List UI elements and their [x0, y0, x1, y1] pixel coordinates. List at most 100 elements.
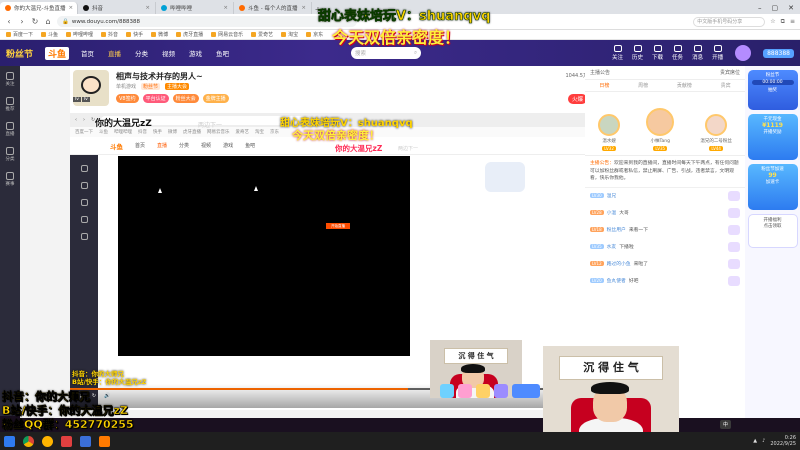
rank-tab-0[interactable]: 日榜 [599, 82, 609, 89]
browser-search-input[interactable]: 中文版手机号码分享 [693, 16, 766, 27]
rank-user-1[interactable]: 小柚Tang LV35 [646, 108, 675, 151]
chat-username[interactable]: 水友 [607, 243, 617, 250]
fan-festival-logo[interactable]: 粉丝节 [6, 47, 33, 60]
room-badge[interactable]: 金牌主播 [202, 94, 229, 103]
rank-tab-1[interactable]: 周榜 [638, 82, 648, 89]
forward-icon: › [83, 117, 85, 123]
header-action-5[interactable]: 开播 [712, 45, 723, 61]
room-badge[interactable]: V8签约 [116, 94, 139, 103]
rail-item-3[interactable]: 分类 [6, 147, 15, 162]
rail-item-2[interactable]: 直播 [6, 122, 15, 137]
close-window-icon[interactable]: ✕ [788, 4, 794, 12]
browser-tab-0[interactable]: 你的大温兄-斗鱼直播 × [0, 2, 78, 14]
sticker-icon[interactable] [440, 384, 454, 398]
promo-card-1[interactable]: 千元现金 ¥1119 开播奖励 [747, 114, 798, 160]
bookmark-item[interactable]: 哔哩哔哩 [66, 31, 93, 38]
minimize-icon[interactable]: – [758, 4, 762, 12]
nav-item-2[interactable]: 分类 [135, 48, 148, 58]
forward-icon[interactable]: › [18, 17, 26, 26]
start-live-button[interactable]: 开始直播 [326, 223, 350, 229]
rail-item-4[interactable]: 赛事 [6, 172, 15, 187]
chat-username[interactable]: 小温 [607, 209, 617, 216]
home-icon[interactable]: ⌂ [44, 17, 52, 26]
header-action-0[interactable]: 关注 [612, 45, 623, 61]
star-icon[interactable]: ☆ [770, 18, 775, 25]
chat-username[interactable]: 温兄 [607, 192, 617, 199]
site-search-input[interactable]: 搜索 ⌕ [351, 47, 422, 59]
sticker-icon[interactable] [512, 384, 540, 398]
url-input[interactable]: 🔒 www.douyu.com/888388 [57, 16, 357, 27]
room-meta-tag[interactable]: 主播大会 [165, 83, 190, 90]
bookmark-item[interactable]: 淘宝 [281, 31, 298, 38]
sticker-icon[interactable] [494, 384, 508, 398]
room-badge[interactable]: 平台认证 [142, 94, 169, 103]
rank-tab-3[interactable]: 贵宾 [721, 82, 731, 89]
maximize-icon[interactable]: ▢ [772, 4, 779, 12]
user-avatar[interactable] [735, 45, 752, 61]
header-action-3[interactable]: 任务 [672, 45, 683, 61]
promo-card-0[interactable]: 粉丝节 00:00:00 抽奖 [747, 70, 798, 110]
bookmark-item[interactable]: 微博 [151, 31, 168, 38]
room-badge[interactable]: 粉丝大会 [172, 94, 199, 103]
rank-user-0[interactable]: 温水嫂 LV32 [598, 114, 621, 151]
bookmark-item[interactable]: 爱奇艺 [251, 31, 273, 38]
promo-card-3[interactable]: 开播福利 点击领取 [747, 214, 798, 248]
close-tab-icon[interactable]: × [145, 5, 150, 11]
promo-card-2[interactable]: 粉丝节加速 99 加速卡 [747, 164, 798, 210]
app-taskbar-icon[interactable] [42, 435, 53, 447]
room-hot-tag[interactable]: 粉丝节 [141, 83, 161, 90]
rank-user-2[interactable]: 温兄的二号粉丝 LV44 [700, 114, 732, 151]
nav-item-1[interactable]: 直播 [108, 48, 121, 58]
bookmark-item[interactable]: 百度一下 [6, 31, 33, 38]
browser-tab-3[interactable]: 斗鱼 - 每个人的直播 × [234, 2, 312, 14]
back-icon[interactable]: ‹ [5, 17, 13, 26]
bookmark-item[interactable]: 抖音 [101, 31, 118, 38]
app-taskbar-icon[interactable] [80, 435, 91, 447]
reload-icon[interactable]: ↻ [31, 17, 39, 26]
header-action-2[interactable]: 下载 [652, 45, 663, 61]
browser-tab-2[interactable]: 哔哩哔哩 × [156, 2, 234, 14]
chrome-taskbar-icon[interactable] [23, 435, 34, 447]
rank-avatar[interactable] [598, 114, 621, 136]
room-category-link[interactable]: 单机游戏 [116, 83, 136, 90]
close-tab-icon[interactable]: × [69, 5, 74, 11]
chat-username[interactable]: 粉丝用户 [607, 226, 626, 233]
bookmark-item[interactable]: 京东 [306, 31, 323, 38]
shared-video-area[interactable]: 开始直播 [118, 156, 410, 356]
rank-avatar[interactable] [705, 114, 728, 136]
volume-tray-icon[interactable]: ♪ [762, 438, 765, 444]
app-taskbar-icon[interactable] [99, 435, 110, 447]
bookmark-item[interactable]: 虎牙直播 [176, 31, 203, 38]
announcement-tab[interactable]: 主播公告 [590, 69, 610, 76]
header-action-1[interactable]: 历史 [632, 45, 643, 61]
bookmark-item[interactable]: 网易云音乐 [211, 31, 243, 38]
chat-username[interactable]: 鱼丸使者 [607, 277, 626, 284]
start-icon[interactable] [4, 435, 15, 447]
nav-item-5[interactable]: 鱼吧 [216, 48, 229, 58]
sticker-icon[interactable] [476, 384, 490, 398]
nav-item-4[interactable]: 游戏 [189, 48, 202, 58]
nav-item-3[interactable]: 视频 [162, 48, 175, 58]
vip-seats-tab[interactable]: 贵宾席位 [720, 69, 740, 76]
nav-item-0[interactable]: 首页 [81, 48, 94, 58]
rank-avatar[interactable] [646, 108, 675, 136]
ime-indicator[interactable]: 中 [720, 420, 732, 429]
browser-tab-1[interactable]: 抖音 × [78, 2, 156, 14]
header-action-4[interactable]: 消息 [692, 45, 703, 61]
rail-item-1[interactable]: 推荐 [6, 97, 15, 112]
bookmark-item[interactable]: 快手 [126, 31, 143, 38]
clock[interactable]: 0:26 2022/9/25 [770, 435, 796, 447]
menu-icon[interactable]: ≡ [790, 18, 795, 25]
rail-item-0[interactable]: 关注 [6, 72, 15, 87]
close-tab-icon[interactable]: × [301, 5, 306, 11]
rank-tab-2[interactable]: 贡献榜 [677, 82, 692, 89]
bookmark-item[interactable]: 斗鱼 [41, 31, 58, 38]
sticker-icon[interactable] [458, 384, 472, 398]
extension-icon[interactable]: ⧉ [781, 18, 785, 26]
app-taskbar-icon[interactable] [61, 435, 72, 447]
douyu-logo[interactable]: 斗鱼 [45, 46, 70, 60]
close-tab-icon[interactable]: × [223, 5, 228, 11]
chat-username[interactable]: 路过的小鱼 [607, 260, 631, 267]
search-icon[interactable]: ⌕ [414, 50, 417, 57]
network-icon[interactable]: ▲ [753, 438, 757, 444]
